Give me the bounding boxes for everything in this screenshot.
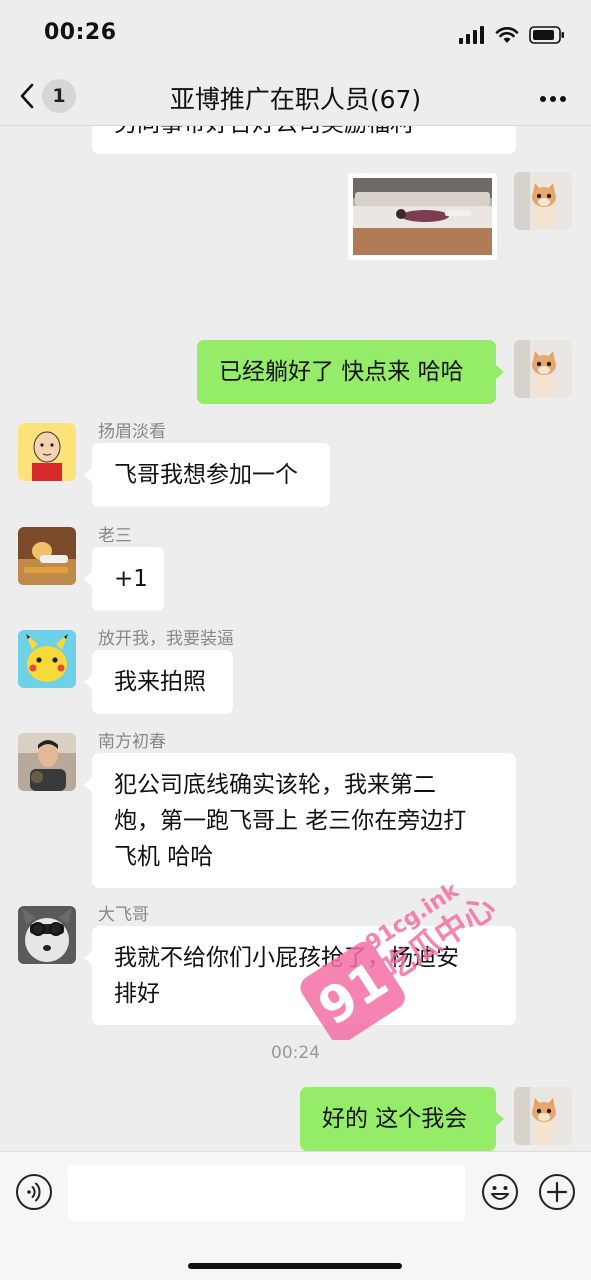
status-time: 00:26 (44, 20, 117, 45)
pikachu-avatar-image (18, 630, 76, 688)
message-bubble[interactable]: 我来拍照 (84, 650, 233, 714)
signal-icon (459, 26, 484, 44)
dog-avatar-image (18, 906, 76, 964)
chat-title: 亚博推广在职人员(67) (169, 85, 422, 114)
message-input[interactable] (68, 1165, 465, 1221)
message-bubble[interactable]: +1 (84, 547, 164, 611)
plus-button[interactable] (538, 1173, 576, 1211)
my-avatar[interactable] (514, 340, 572, 398)
sender-name: 放开我，我要装逼 (98, 629, 234, 649)
status-bar: 00:26 (0, 0, 591, 66)
sender-avatar[interactable] (18, 733, 76, 791)
message-bubble[interactable]: 好的 这个我会 (300, 1087, 504, 1151)
more-button[interactable] (539, 88, 567, 107)
time-divider: 00:24 (271, 1043, 320, 1063)
voice-icon (16, 1174, 52, 1210)
message-text: 已经躺好了 快点来 哈哈 (219, 359, 464, 385)
message-text: 我来拍照 (114, 669, 206, 695)
cartoon-avatar-image (18, 423, 76, 481)
message-text-line: 我就不给你们小屁孩抢了，杨迪安 (114, 945, 459, 971)
sender-avatar[interactable] (18, 630, 76, 688)
sender-name: 南方初春 (98, 732, 166, 752)
voice-button[interactable] (15, 1173, 53, 1211)
plus-icon (539, 1174, 575, 1210)
message-bubble[interactable]: 飞哥我想参加一个 (84, 443, 330, 507)
sender-name: 老三 (98, 526, 132, 546)
message-bubble[interactable]: 我就不给你们小屁孩抢了，杨迪安 排好 (84, 926, 516, 1025)
message-text-line: 飞机 哈哈 (114, 844, 214, 870)
sender-avatar[interactable] (18, 906, 76, 964)
message-bubble[interactable]: 已经躺好了 快点来 哈哈 (197, 340, 504, 404)
photo-image (353, 178, 492, 255)
message-text-line: 炮，第一跑飞哥上 老三你在旁边打 (114, 808, 467, 834)
photo-avatar-image (18, 733, 76, 791)
emoji-button[interactable] (481, 1173, 519, 1211)
message-text: 飞哥我想参加一个 (114, 462, 298, 488)
emoji-icon (482, 1174, 518, 1210)
kitten-avatar-image (514, 1087, 572, 1145)
my-avatar[interactable] (514, 172, 572, 230)
message-text-line: 排好 (114, 981, 160, 1007)
nav-bar: 1 亚博推广在职人员(67) (0, 66, 591, 126)
kitten-avatar-image (514, 172, 572, 230)
message-text: +1 (114, 566, 148, 592)
chat-history[interactable]: 另同事带好台灯公司奖励福利 (0, 66, 591, 1151)
status-icons (459, 24, 565, 46)
battery-icon (529, 26, 564, 44)
sender-name: 大飞哥 (98, 905, 149, 925)
home-indicator[interactable] (188, 1263, 402, 1269)
sender-avatar[interactable] (18, 527, 76, 585)
sender-avatar[interactable] (18, 423, 76, 481)
kitten-avatar-image (514, 340, 572, 398)
message-text: 好的 这个我会 (322, 1106, 468, 1132)
anime-avatar-image (18, 527, 76, 585)
wifi-icon (495, 27, 519, 43)
message-bubble[interactable]: 犯公司底线确实该轮，我来第二 炮，第一跑飞哥上 老三你在旁边打 飞机 哈哈 (84, 753, 516, 888)
shared-photo[interactable] (348, 173, 497, 260)
sender-name: 扬眉淡看 (98, 422, 166, 442)
more-icon (540, 96, 566, 102)
my-avatar[interactable] (514, 1087, 572, 1145)
input-bar (0, 1151, 591, 1280)
message-text-line: 犯公司底线确实该轮，我来第二 (114, 772, 436, 798)
